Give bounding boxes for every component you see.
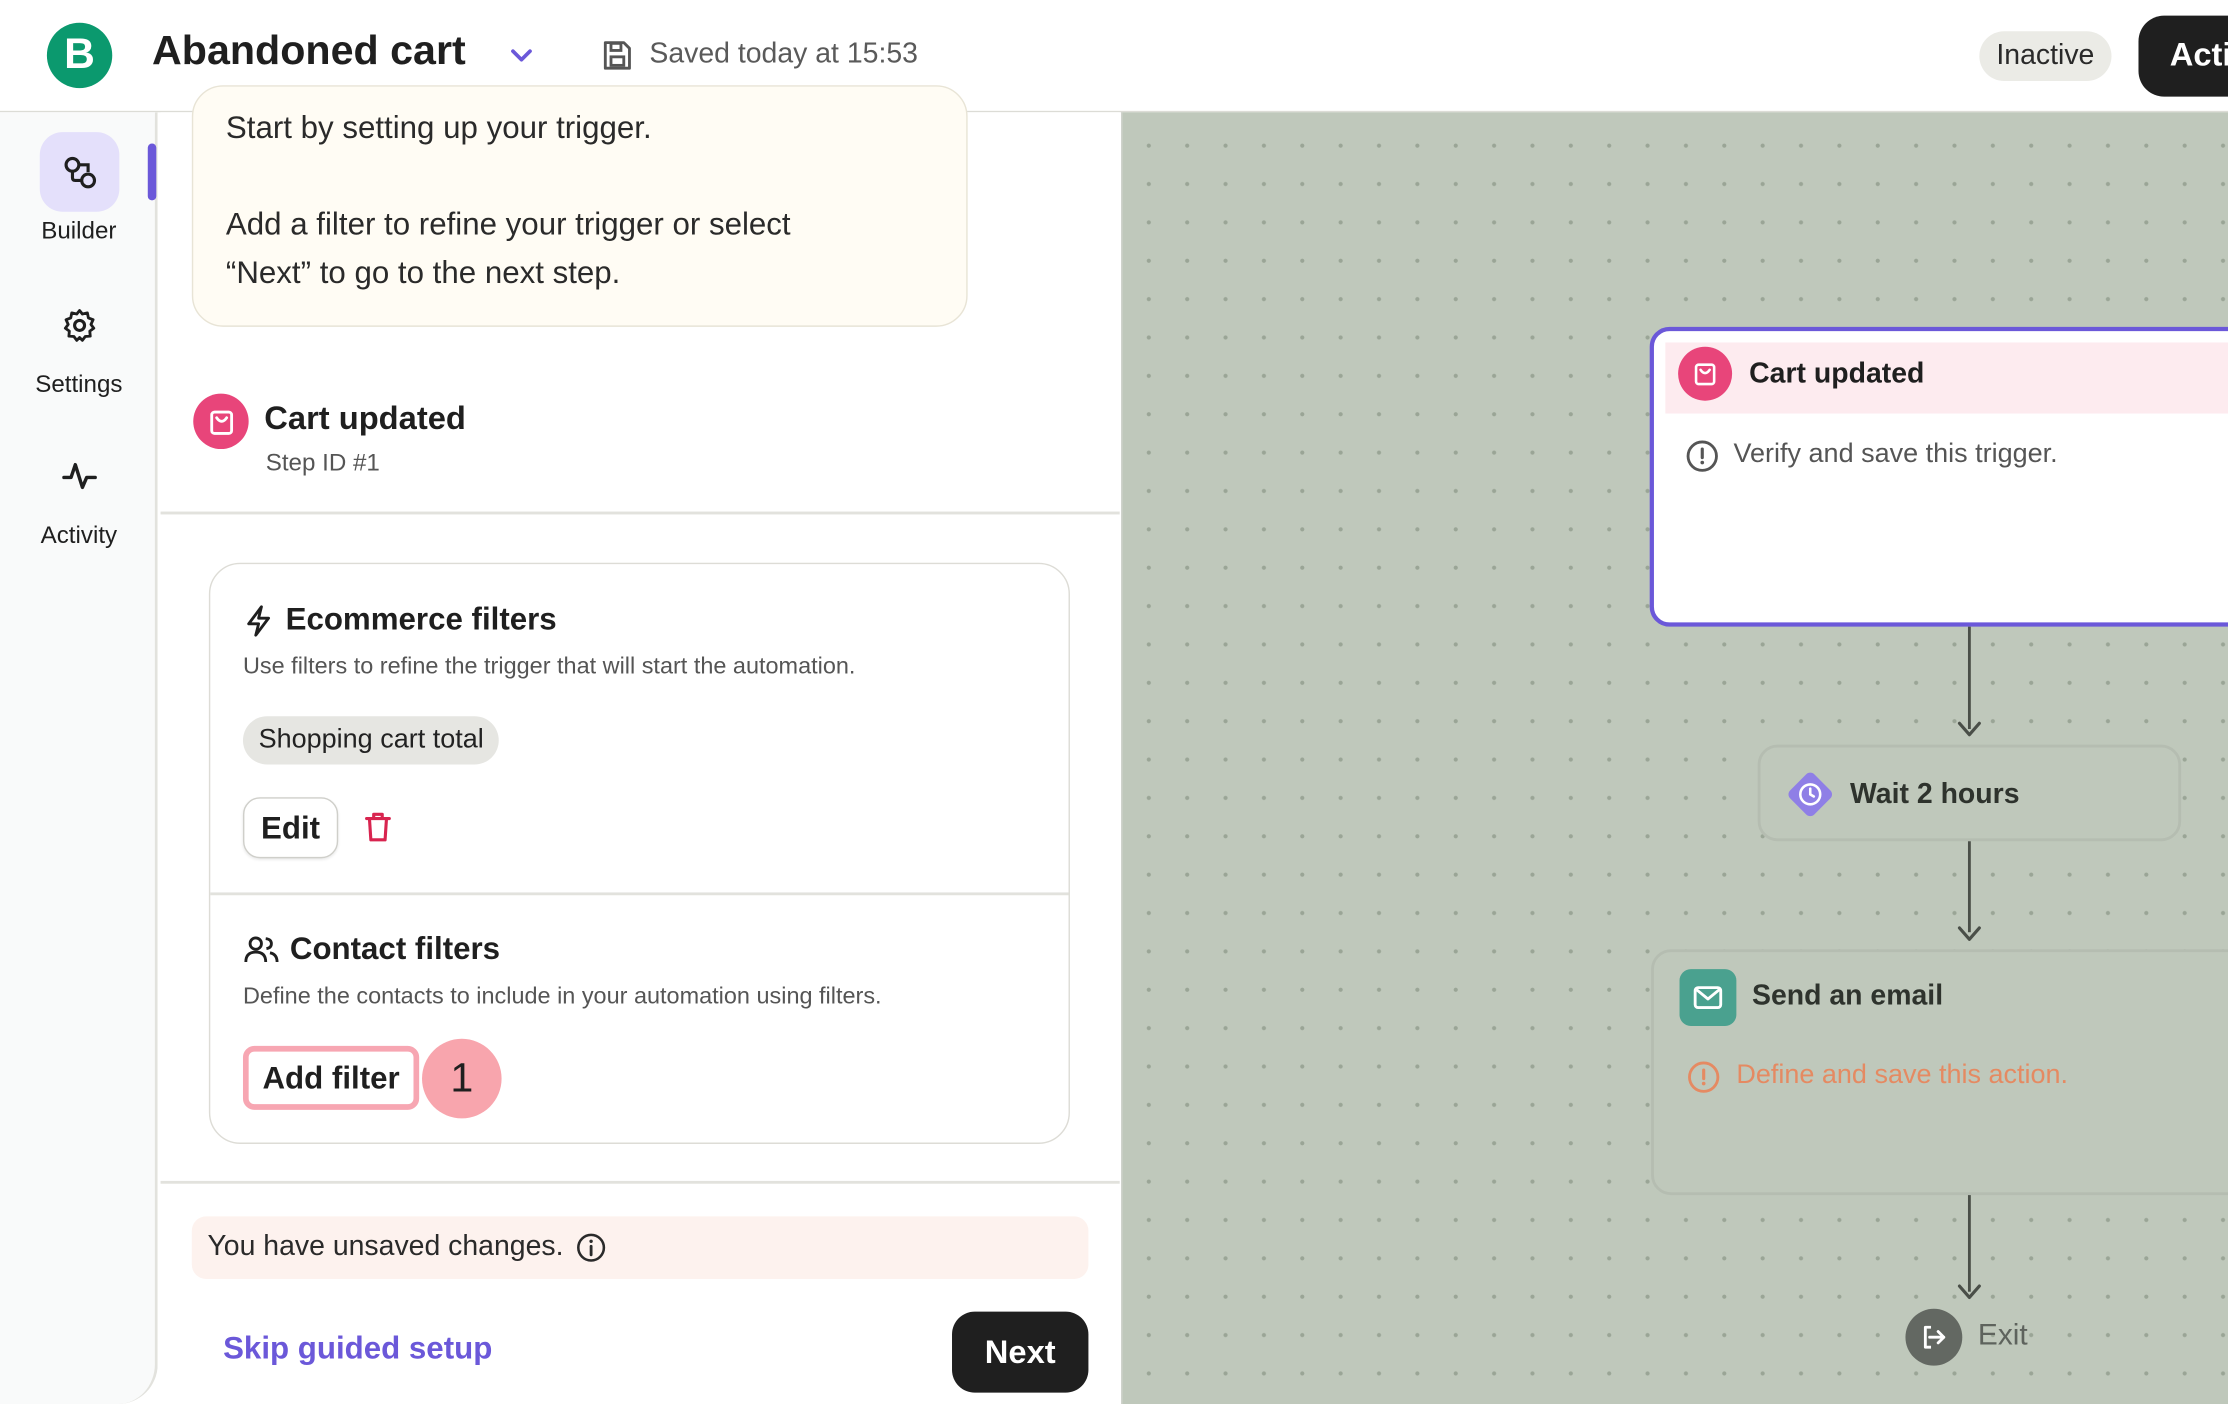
- saved-status: Saved today at 15:53: [649, 38, 918, 70]
- guidance-text-2: Add a filter to refine your trigger or s…: [225, 206, 791, 242]
- wait-node-title: Wait 2 hours: [1850, 778, 2020, 810]
- clock-icon: [1788, 772, 1833, 817]
- skip-guided-setup-link[interactable]: Skip guided setup: [223, 1330, 492, 1367]
- card-divider: [210, 892, 1069, 895]
- exit-icon: [1905, 1308, 1963, 1366]
- trigger-title: Cart updated: [264, 399, 466, 437]
- connector: [1967, 626, 1971, 729]
- brevo-logo[interactable]: B: [46, 22, 113, 89]
- contact-filters-title: Contact filters: [289, 930, 501, 967]
- contact-filters-description: Define the contacts to include in your a…: [242, 983, 882, 1009]
- email-node-title: Send an email: [1751, 980, 1944, 1012]
- activate-button[interactable]: Acti: [2138, 15, 2228, 97]
- arrow-down-icon: [1957, 1284, 1981, 1299]
- status-badge: Inactive: [1979, 31, 2112, 81]
- filter-chip: Shopping cart total: [242, 716, 500, 765]
- connector: [1967, 841, 1971, 933]
- warning-icon: [1688, 1061, 1720, 1093]
- wait-node[interactable]: Wait 2 hours: [1757, 744, 2182, 842]
- guidance-text-1: Start by setting up your trigger.: [225, 109, 652, 145]
- step-marker: 1: [422, 1038, 502, 1119]
- footer-divider: [160, 1180, 1120, 1184]
- unsaved-changes-notice: You have unsaved changes.: [191, 1216, 1089, 1279]
- chevron-down-icon[interactable]: [504, 34, 538, 77]
- builder-icon: [39, 132, 119, 212]
- trigger-node-note: Verify and save this trigger.: [1733, 439, 2058, 469]
- envelope-icon: [1679, 969, 1737, 1026]
- trigger-node-title: Cart updated: [1749, 358, 1925, 390]
- users-icon: [244, 936, 279, 963]
- ecommerce-filters-description: Use filters to refine the trigger that w…: [242, 653, 856, 680]
- step-id: Step ID #1: [265, 449, 380, 477]
- activity-icon: [39, 436, 119, 516]
- gear-icon: [39, 286, 119, 366]
- exit-label: Exit: [1977, 1318, 2028, 1352]
- info-icon[interactable]: [575, 1232, 606, 1263]
- rail-label-settings: Settings: [35, 370, 123, 398]
- lightning-icon: [247, 605, 270, 637]
- trigger-node[interactable]: Cart updated Verify and save this trigge…: [1649, 326, 2228, 627]
- arrow-down-icon: [1957, 721, 1981, 737]
- connector: [1967, 1195, 1971, 1292]
- add-filter-button[interactable]: Add filter: [242, 1045, 420, 1110]
- automation-title[interactable]: Abandoned cart: [152, 28, 466, 75]
- unsaved-changes-text: You have unsaved changes.: [207, 1230, 564, 1262]
- save-icon: [603, 41, 631, 70]
- next-button[interactable]: Next: [952, 1311, 1089, 1393]
- guidance-box: Start by setting up your trigger. Add a …: [191, 85, 968, 327]
- ecommerce-filters-title: Ecommerce filters: [285, 601, 557, 637]
- rail-label-activity: Activity: [40, 521, 118, 549]
- cart-icon: [1678, 346, 1733, 401]
- trash-icon[interactable]: [362, 810, 393, 844]
- email-node-warning: Define and save this action.: [1736, 1060, 2069, 1090]
- edit-filter-button[interactable]: Edit: [242, 797, 339, 859]
- rail-item-builder[interactable]: Builder: [0, 132, 158, 246]
- cart-icon: [193, 393, 249, 450]
- section-divider: [160, 511, 1120, 514]
- rail-item-activity[interactable]: Activity: [0, 436, 158, 550]
- rail-label-builder: Builder: [41, 217, 117, 245]
- rail-item-settings[interactable]: Settings: [0, 286, 158, 400]
- arrow-down-icon: [1957, 926, 1981, 941]
- guidance-text-3: “Next” to go to the next step.: [225, 254, 621, 290]
- alert-icon: [1686, 440, 1718, 472]
- app-root: B Abandoned cart Saved today at 15:53 In…: [0, 0, 2228, 1404]
